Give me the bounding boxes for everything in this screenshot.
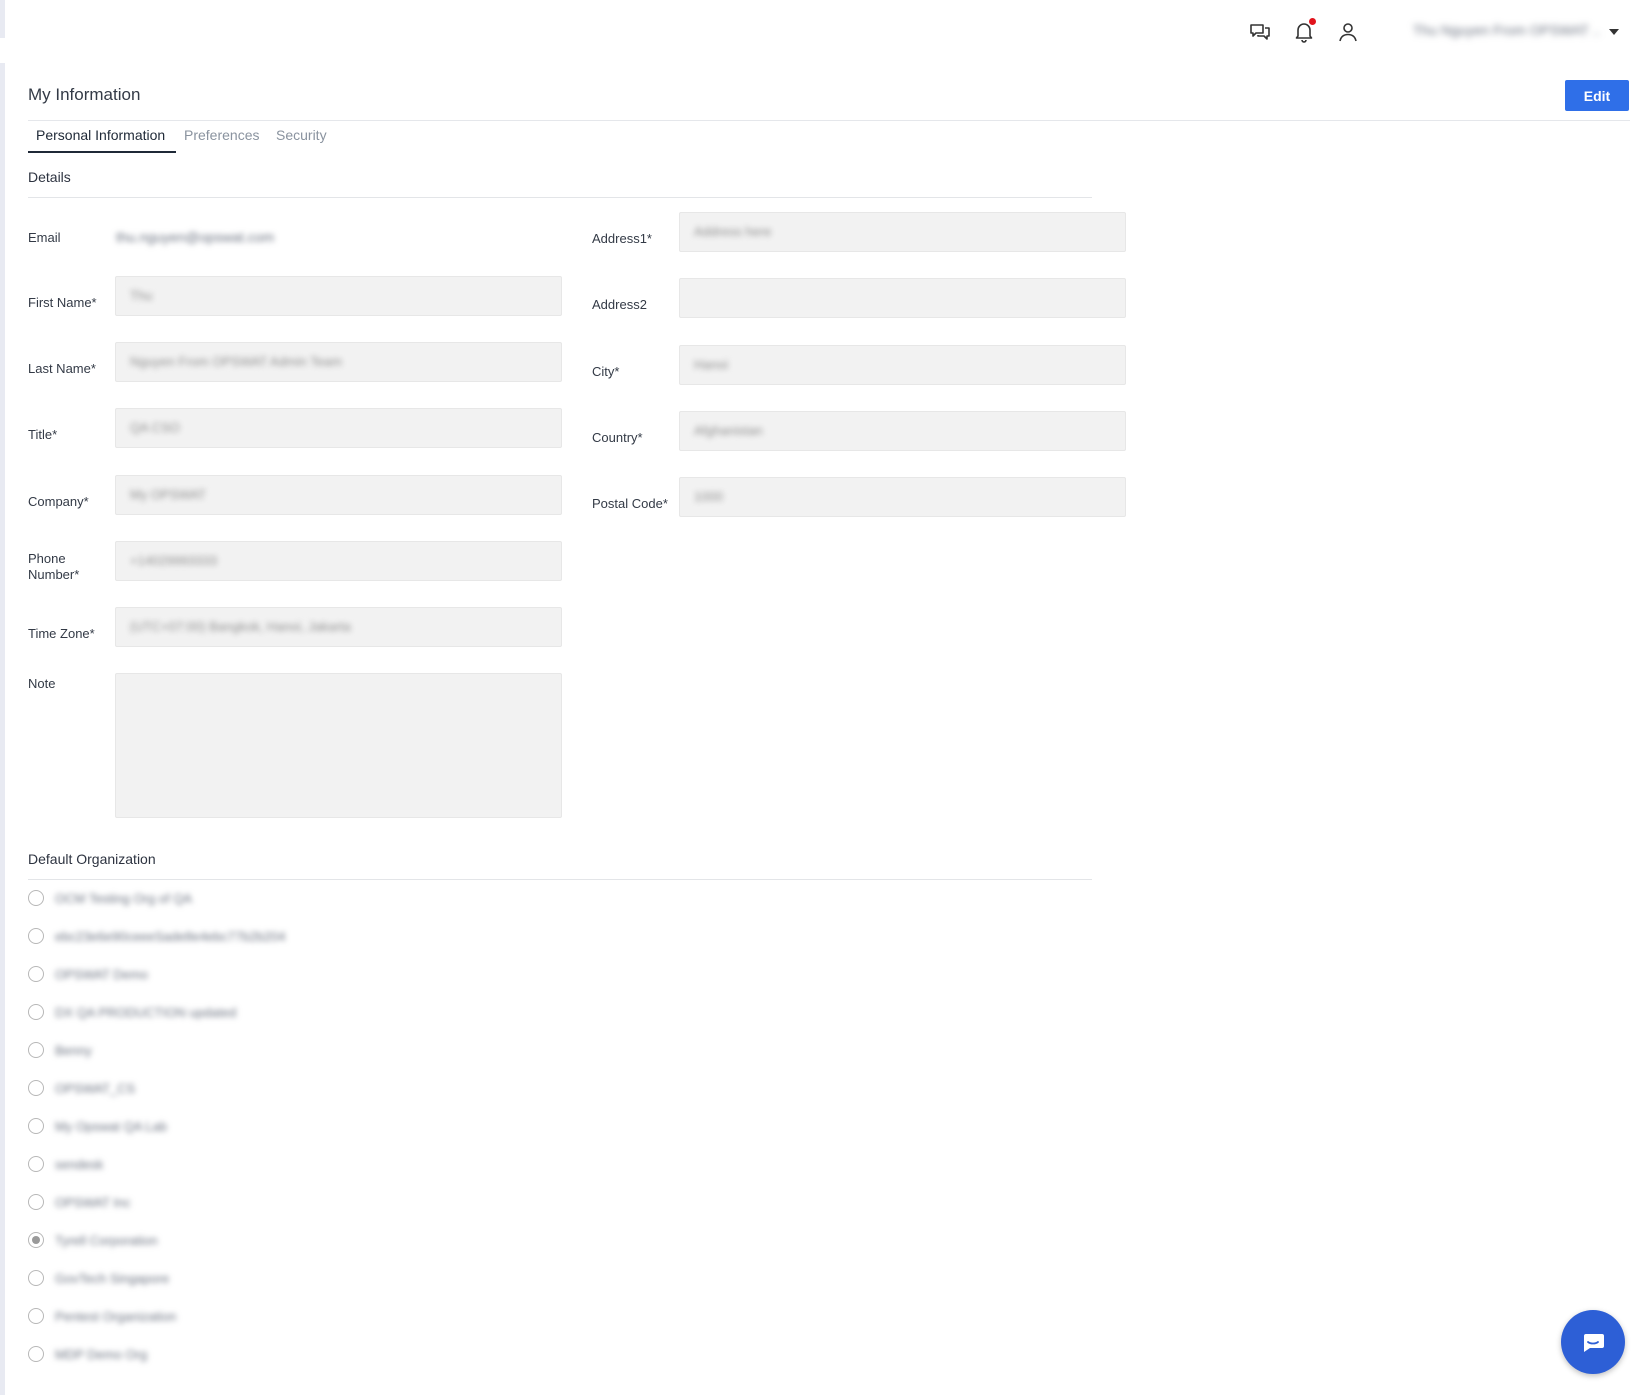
postal-code-value: 1000 xyxy=(694,489,723,504)
default-org-option[interactable]: OPSWAT Inc xyxy=(28,1191,131,1213)
default-org-option[interactable]: GovTech Singapore xyxy=(28,1267,169,1289)
bell-icon[interactable] xyxy=(1292,18,1316,44)
default-org-option-label: DX QA PRODUCTION updated xyxy=(55,1004,237,1020)
phone-number-value: +14029993333 xyxy=(130,553,218,568)
company-label: Company* xyxy=(28,494,89,509)
address1-label: Address1* xyxy=(592,231,652,246)
title-value: QA CSO xyxy=(130,420,180,435)
default-org-option[interactable]: OCM Testing Org of QA xyxy=(28,887,192,909)
tab-personal-information[interactable]: Personal Information xyxy=(36,127,165,153)
radio-button[interactable] xyxy=(28,928,44,944)
country-field[interactable]: Afghanistan xyxy=(679,411,1126,451)
caret-down-icon[interactable] xyxy=(1609,29,1619,35)
default-org-option[interactable]: OPSWAT_CS xyxy=(28,1077,135,1099)
default-org-option-label: My Opswat QA Lab xyxy=(55,1118,167,1134)
country-label: Country* xyxy=(592,430,643,445)
city-value: Hanoi xyxy=(694,357,728,372)
time-zone-label: Time Zone* xyxy=(28,626,95,641)
default-org-option[interactable]: DX QA PRODUCTION updated xyxy=(28,1001,236,1023)
address1-value: Address here xyxy=(694,224,772,239)
company-field[interactable]: My OPSWAT xyxy=(115,475,562,515)
default-org-option-label: MDP Demo Org xyxy=(55,1346,148,1362)
active-tab-indicator xyxy=(28,151,176,153)
default-org-option-label: OCM Testing Org of QA xyxy=(55,890,193,906)
address2-label: Address2 xyxy=(592,297,647,312)
default-org-option[interactable]: sendesk xyxy=(28,1153,103,1175)
header-divider xyxy=(28,120,1630,121)
default-org-option[interactable]: Benny xyxy=(28,1039,92,1061)
default-org-option-label: Benny xyxy=(55,1042,92,1058)
note-label: Note xyxy=(28,676,56,691)
title-field[interactable]: QA CSO xyxy=(115,408,562,448)
default-org-option[interactable]: Tyrell Corporation xyxy=(28,1229,158,1251)
default-org-section-title: Default Organization xyxy=(28,851,156,867)
radio-button[interactable] xyxy=(28,1232,44,1248)
email-value: thu.nguyen@opswat.com xyxy=(116,229,275,245)
notification-dot xyxy=(1309,18,1316,25)
default-org-option[interactable]: Pentest Organization xyxy=(28,1305,176,1327)
edit-button[interactable]: Edit xyxy=(1565,80,1629,111)
title-label: Title* xyxy=(28,427,58,442)
user-name[interactable]: Thu Nguyen From OPSWAT ... xyxy=(1413,22,1601,42)
default-org-option-label: OPSWAT Demo xyxy=(55,966,148,982)
postal-code-label: Postal Code* xyxy=(592,496,668,511)
address2-field[interactable] xyxy=(679,278,1126,318)
default-org-option[interactable]: ebc23e6e90ceeeSade8e4ebc77b2b204 xyxy=(28,925,286,947)
default-org-option-label: Pentest Organization xyxy=(55,1308,177,1324)
city-label: City* xyxy=(592,364,620,379)
radio-button[interactable] xyxy=(28,1308,44,1324)
radio-button[interactable] xyxy=(28,966,44,982)
chat-bubbles-icon[interactable] xyxy=(1248,20,1272,44)
default-org-option-label: GovTech Singapore xyxy=(55,1270,170,1286)
left-edge-strip xyxy=(0,63,5,1395)
radio-button[interactable] xyxy=(28,1194,44,1210)
details-section-title: Details xyxy=(28,169,71,185)
default-org-option-label: OPSWAT Inc xyxy=(55,1194,131,1210)
radio-button[interactable] xyxy=(28,1118,44,1134)
address1-field[interactable]: Address here xyxy=(679,212,1126,252)
phone-label-line2: Number* xyxy=(28,567,80,582)
details-divider xyxy=(28,197,1092,198)
phone-number-field[interactable]: +14029993333 xyxy=(115,541,562,581)
default-org-option[interactable]: OPSWAT Demo xyxy=(28,963,148,985)
default-org-option-label: ebc23e6e90ceeeSade8e4ebc77b2b204 xyxy=(55,928,286,944)
phone-label-line1: Phone xyxy=(28,551,66,566)
last-name-field[interactable]: Nguyen From OPSWAT Admin Team xyxy=(115,342,562,382)
tab-security[interactable]: Security xyxy=(276,127,327,153)
country-value: Afghanistan xyxy=(694,423,763,438)
time-zone-field[interactable]: (UTC+07:00) Bangkok, Hanoi, Jakarta xyxy=(115,607,562,647)
radio-button[interactable] xyxy=(28,1004,44,1020)
first-name-value: Thu xyxy=(130,288,153,303)
last-name-value: Nguyen From OPSWAT Admin Team xyxy=(130,354,342,369)
note-textarea[interactable] xyxy=(115,673,562,818)
postal-code-field[interactable]: 1000 xyxy=(679,477,1126,517)
page-title: My Information xyxy=(28,85,141,104)
first-name-field[interactable]: Thu xyxy=(115,276,562,316)
default-org-option-label: OPSWAT_CS xyxy=(55,1080,136,1096)
default-org-option[interactable]: My Opswat QA Lab xyxy=(28,1115,167,1137)
default-org-divider xyxy=(28,879,1092,880)
radio-button[interactable] xyxy=(28,890,44,906)
top-bar: Thu Nguyen From OPSWAT ... xyxy=(0,0,1646,63)
radio-button[interactable] xyxy=(28,1346,44,1362)
tab-preferences[interactable]: Preferences xyxy=(184,127,259,153)
company-value: My OPSWAT xyxy=(130,487,206,502)
first-name-label: First Name* xyxy=(28,295,97,310)
default-org-option-label: Tyrell Corporation xyxy=(55,1232,158,1248)
time-zone-value: (UTC+07:00) Bangkok, Hanoi, Jakarta xyxy=(130,619,351,634)
chat-launcher-button[interactable] xyxy=(1561,1310,1625,1374)
radio-button[interactable] xyxy=(28,1156,44,1172)
radio-selected-dot xyxy=(32,1236,40,1244)
user-icon[interactable] xyxy=(1336,20,1360,44)
default-org-option-label: sendesk xyxy=(55,1156,104,1172)
radio-button[interactable] xyxy=(28,1270,44,1286)
city-field[interactable]: Hanoi xyxy=(679,345,1126,385)
default-org-option[interactable]: MDP Demo Org xyxy=(28,1343,147,1365)
radio-button[interactable] xyxy=(28,1042,44,1058)
last-name-label: Last Name* xyxy=(28,361,96,376)
email-label: Email xyxy=(28,230,61,245)
chat-bubble-icon xyxy=(1584,1334,1604,1352)
radio-button[interactable] xyxy=(28,1080,44,1096)
